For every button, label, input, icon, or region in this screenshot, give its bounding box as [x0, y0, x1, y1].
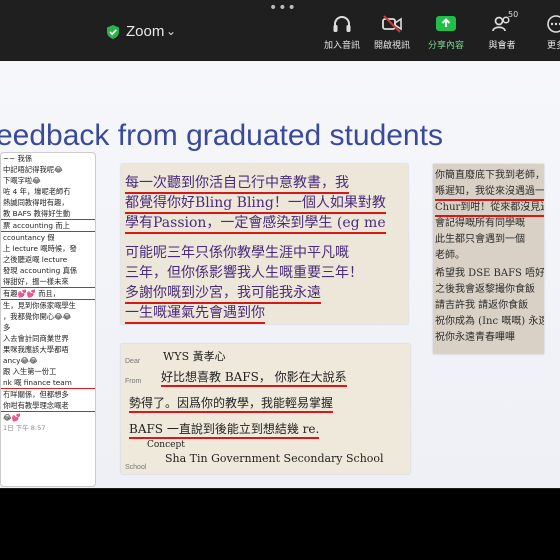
join-audio-label: 加入音訊 [323, 41, 360, 51]
chat-line: 發現 accounting 真係 [3, 266, 78, 275]
chat-line: 熱誠同教得咁有趣， [3, 198, 69, 207]
card-line: Concept [147, 440, 185, 450]
video-off-icon [382, 15, 402, 33]
headphone-icon [333, 16, 351, 32]
handwritten-note-3: 你簡直廢底下我到老師， 喺遲知，我從來沒遇過一個 Chur到咁！從來都沒見過 會… [433, 164, 544, 354]
start-video-label: 開啟視訊 [373, 41, 410, 51]
chat-screenshot: ~~ 我係 中記唔記得我呢😂 下嘅字啦😂 咗 4 年，壕呢老師冇 熱誠同教得咁有… [0, 152, 96, 487]
note-line: 老師。 [435, 250, 465, 261]
note-line: 祝你成為 (Inc 嘅嘅) 永遠健康 [435, 316, 544, 327]
card-line: 好比想喜教 BAFS， 你影在大說系 [161, 368, 347, 387]
chat-line: 入去會計同商業世界 [3, 334, 69, 343]
chat-line: 有趣💕💕 而且， [1, 288, 95, 300]
dear-label: Dear [125, 358, 141, 365]
participants-label: 與會者 [488, 41, 516, 51]
note-line: 多謝你嘅到沙宮，我可能我永遠 [125, 282, 321, 304]
chat-line: 咗 4 年，壕呢老師冇 [3, 187, 71, 196]
bottom-black-area [0, 489, 560, 560]
school-label: School [125, 464, 147, 471]
note-line: 希望我 DSE BAFS 唔好令你 [435, 268, 544, 279]
note-line: 你簡直廢底下我到老師， [435, 170, 544, 181]
more-icon [547, 15, 560, 33]
note-line: 喺遲知，我從來沒遇過一個 [435, 184, 544, 201]
chat-line: 😂💕 [3, 413, 21, 422]
school-value: Sha Tin Government Secondary School [165, 452, 384, 465]
chat-line: 教 BAFS 教得好生動 [1, 208, 95, 220]
chat-line: 上 lecture 嘅時候，發 [3, 244, 77, 253]
chat-line: ccountancy 假 [3, 233, 55, 242]
more-button[interactable]: 更多 [528, 14, 560, 51]
security-shield-icon[interactable] [106, 24, 120, 40]
presentation-slide: eedback from graduated students ~~ 我係 中記… [0, 61, 560, 488]
app-name[interactable]: Zoom [126, 23, 164, 40]
chat-line: ancy😂😂 [3, 356, 38, 365]
note-line: 都覺得你好Bling Bling！一個人如果對教 [125, 192, 386, 214]
handwritten-card-2: Dear WYS 黃孝心 From 好比想喜教 BAFS， 你影在大說系 勢得了… [121, 344, 410, 474]
note-line: 三年，但你係影響我人生嘅重要三年！ [125, 265, 363, 281]
chat-line: 之後聽返嘅 lecture [3, 255, 68, 264]
note-line: 可能呢三年只係你教學生涯中平凡嘅 [125, 245, 349, 261]
chat-timestamp: 1日 下午 8:57 [3, 424, 46, 432]
note-line: 祝你永遠青春嗶嗶 [435, 332, 515, 343]
chat-line: ，我都覺你開心😂😂 [3, 312, 72, 321]
from-label: From [125, 378, 142, 385]
note-line: 每一次聽到你活自己行中意教書，我 [125, 172, 349, 194]
shared-screen: eedback from graduated students ~~ 我係 中記… [0, 61, 560, 488]
participants-button[interactable]: 50 與會者 [474, 10, 530, 51]
chat-line: 得甜好，揾一樣未來 [1, 276, 95, 288]
start-video-button[interactable]: 開啟視訊 [364, 14, 420, 51]
chat-line: 冇咩關係，但都想多 [3, 390, 69, 399]
note-line: 學有Passion，一定會感染到學生 (eg me [125, 212, 386, 234]
note-line: 此生都只會遇到一個 [435, 234, 525, 245]
chat-line: nk 嘅 finance team [1, 377, 95, 389]
handwritten-note-1: 每一次聽到你活自己行中意教書，我 都覺得你好Bling Bling！一個人如果對… [121, 164, 408, 324]
more-dots-icon[interactable]: ••• [269, 0, 297, 16]
chevron-down-icon[interactable]: ⌄ [166, 24, 176, 38]
chat-line: 果咪我應該大學都唔 [3, 345, 69, 354]
card-line: 勢得了。因爲你的教學，我能輕易掌握 [129, 394, 334, 413]
note-line: 會記得嘅所有同學嘅 [435, 218, 525, 229]
zoom-top-bar: ••• Zoom ⌄ 加入音訊 開啟視訊 分享內容 50 與會者 更 [0, 0, 560, 60]
note-line: 一生嘅運氣先會遇到你 [125, 302, 265, 324]
chat-line: 下嘅字啦😂 [3, 176, 41, 185]
more-label: 更多 [546, 41, 560, 51]
slide-title: eedback from graduated students [0, 119, 443, 152]
note-line: Chur到咁！從來都沒見過 [435, 200, 544, 217]
share-content-label: 分享內容 [427, 41, 464, 51]
chat-line: 多 [3, 323, 11, 332]
note-line: 之後我會返黎撮你食飯 [435, 284, 535, 295]
chat-line: 跟 入生第一份工 [3, 367, 57, 376]
participant-count: 50 [508, 10, 519, 19]
chat-line: 中記唔記得我呢😂 [3, 165, 63, 174]
chat-line: 你咁有教學理念嘅老 [1, 400, 95, 412]
chat-line: 生，見到你係家嘅學生 [3, 301, 76, 310]
dear-value: WYS 黃孝心 [163, 350, 226, 363]
share-screen-icon [436, 16, 456, 31]
card-line: BAFS 一直說到後能立到想結幾 re. [129, 420, 320, 439]
join-audio-button[interactable]: 加入音訊 [314, 14, 370, 51]
chat-line: ~~ 我係 [3, 154, 33, 163]
share-content-button[interactable]: 分享內容 [418, 14, 474, 51]
note-line: 請吉許我 請返你食飯 [435, 300, 529, 311]
chat-line: 票 accounting 而上 [1, 220, 95, 232]
